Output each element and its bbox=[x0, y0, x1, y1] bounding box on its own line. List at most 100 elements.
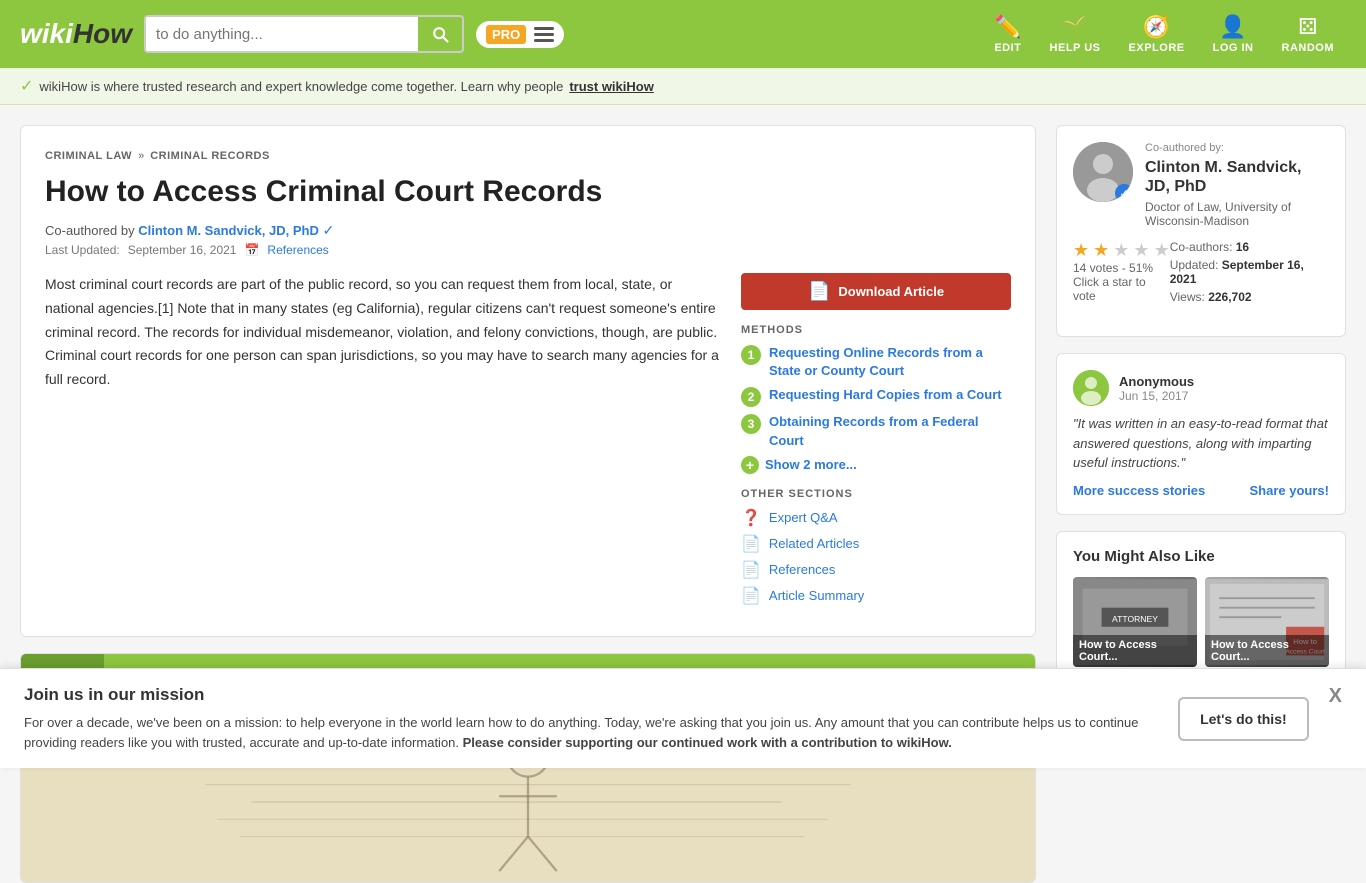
other-item-references[interactable]: 📄 References bbox=[741, 560, 1011, 580]
related-label-1: How to Access Court... bbox=[1073, 635, 1197, 667]
nav-edit-label: EDIT bbox=[994, 42, 1021, 54]
commenter-date: Jun 15, 2017 bbox=[1119, 389, 1194, 403]
stats-details: Co-authors: 16 Updated: September 16, 20… bbox=[1170, 240, 1329, 308]
banner-bold: Please consider supporting our continued… bbox=[463, 735, 952, 750]
date-line: Last Updated: September 16, 2021 📅 Refer… bbox=[45, 243, 1011, 257]
methods-box: 📄 Download Article METHODS 1 Requesting … bbox=[741, 273, 1011, 612]
article-text: Most criminal court records are part of … bbox=[45, 273, 721, 612]
trust-link[interactable]: trust wikiHow bbox=[569, 79, 654, 94]
pro-label: PRO bbox=[486, 25, 526, 44]
method-text-3[interactable]: Obtaining Records from a Federal Court bbox=[769, 413, 1011, 449]
updated-label: Updated: bbox=[1170, 258, 1219, 272]
search-button[interactable] bbox=[418, 17, 462, 51]
coauthors-num: 16 bbox=[1236, 240, 1249, 254]
article-title: How to Access Criminal Court Records bbox=[45, 174, 1011, 210]
date-value: September 16, 2021 bbox=[128, 243, 237, 257]
plus-icon: + bbox=[741, 456, 759, 474]
commenter-name: Anonymous bbox=[1119, 374, 1194, 389]
references-label[interactable]: References bbox=[769, 562, 835, 577]
dice-icon: ⚄ bbox=[1298, 14, 1317, 40]
article-area: CRIMINAL LAW » CRIMINAL RECORDS How to A… bbox=[20, 125, 1036, 883]
explore-icon: 🧭 bbox=[1143, 14, 1170, 40]
views-value: 226,702 bbox=[1208, 290, 1251, 304]
breadcrumb-parent[interactable]: CRIMINAL LAW bbox=[45, 150, 132, 162]
article-body: Most criminal court records are part of … bbox=[45, 273, 1011, 612]
logo-how: How bbox=[73, 18, 132, 50]
method-text-1[interactable]: Requesting Online Records from a State o… bbox=[769, 344, 1011, 380]
references-link[interactable]: References bbox=[267, 243, 328, 257]
search-input[interactable] bbox=[146, 20, 418, 49]
method-item-1[interactable]: 1 Requesting Online Records from a State… bbox=[741, 344, 1011, 380]
method-text-2[interactable]: Requesting Hard Copies from a Court bbox=[769, 386, 1002, 404]
summary-icon: 📄 bbox=[741, 586, 761, 606]
banner-cta-button[interactable]: Let's do this! bbox=[1178, 697, 1309, 741]
click-vote-text: Click a star to vote bbox=[1073, 275, 1170, 303]
edit-icon: ✏️ bbox=[994, 14, 1021, 40]
author-verified-icon: ✓ bbox=[1115, 184, 1133, 202]
star-5[interactable]: ★ bbox=[1154, 240, 1170, 261]
method-num-3: 3 bbox=[741, 414, 761, 434]
related-label-2: How to Access Court... bbox=[1205, 635, 1329, 667]
more-stories-link[interactable]: More success stories bbox=[1073, 483, 1205, 498]
method-item-2[interactable]: 2 Requesting Hard Copies from a Court bbox=[741, 386, 1011, 407]
methods-label: METHODS bbox=[741, 324, 1011, 336]
breadcrumb-current[interactable]: CRIMINAL RECORDS bbox=[150, 150, 270, 162]
sidebar-author-title: Doctor of Law, University of Wisconsin-M… bbox=[1145, 200, 1329, 228]
related-thumb-1[interactable]: ATTORNEY How to Access Court... bbox=[1073, 577, 1197, 667]
nav-random[interactable]: ⚄ RANDOM bbox=[1270, 10, 1347, 58]
star-2[interactable]: ★ bbox=[1093, 240, 1109, 261]
top-nav: ✏️ EDIT 🌱 HELP US 🧭 EXPLORE 👤 LOG IN ⚄ R… bbox=[982, 10, 1346, 58]
star-1[interactable]: ★ bbox=[1073, 240, 1089, 261]
sidebar-author-name: Clinton M. Sandvick, JD, PhD bbox=[1145, 158, 1329, 196]
method-num-1: 1 bbox=[741, 345, 761, 365]
nav-random-label: RANDOM bbox=[1282, 42, 1335, 54]
coauthors-label: Co-authors: bbox=[1170, 240, 1233, 254]
breadcrumb: CRIMINAL LAW » CRIMINAL RECORDS bbox=[45, 150, 1011, 162]
other-item-summary[interactable]: 📄 Article Summary bbox=[741, 586, 1011, 606]
expert-qa-label[interactable]: Expert Q&A bbox=[769, 510, 838, 525]
author-avatar: ✓ bbox=[1073, 142, 1133, 202]
calendar-icon: 📅 bbox=[244, 243, 259, 257]
related-thumb-2[interactable]: How to Access Court How to Access Court.… bbox=[1205, 577, 1329, 667]
star-4[interactable]: ★ bbox=[1133, 240, 1149, 261]
author-link[interactable]: Clinton M. Sandvick, JD, PhD bbox=[138, 223, 319, 238]
other-item-related[interactable]: 📄 Related Articles bbox=[741, 534, 1011, 554]
commenter-avatar bbox=[1073, 370, 1109, 406]
comment-actions: More success stories Share yours! bbox=[1073, 483, 1329, 498]
banner-text: Join us in our mission For over a decade… bbox=[24, 685, 1158, 752]
nav-help-us[interactable]: 🌱 HELP US bbox=[1038, 10, 1113, 58]
pro-badge[interactable]: PRO bbox=[476, 21, 564, 48]
banner-title: Join us in our mission bbox=[24, 685, 1158, 705]
related-articles-label[interactable]: Related Articles bbox=[769, 536, 859, 551]
you-might-also-like: You Might Also Like ATTORNEY How to Acce… bbox=[1056, 531, 1346, 684]
pdf-icon: 📄 bbox=[808, 281, 830, 302]
nav-explore[interactable]: 🧭 EXPLORE bbox=[1117, 10, 1197, 58]
help-icon: 🌱 bbox=[1061, 14, 1088, 40]
logo[interactable]: wikiHow bbox=[20, 18, 132, 50]
nav-edit[interactable]: ✏️ EDIT bbox=[982, 10, 1033, 58]
star-3[interactable]: ★ bbox=[1113, 240, 1129, 261]
search-icon bbox=[430, 24, 450, 44]
you-might-title: You Might Also Like bbox=[1073, 548, 1329, 565]
other-item-expert-qa[interactable]: ❓ Expert Q&A bbox=[741, 508, 1011, 528]
question-icon: ❓ bbox=[741, 508, 761, 528]
nav-login[interactable]: 👤 LOG IN bbox=[1201, 10, 1266, 58]
download-article-button[interactable]: 📄 Download Article bbox=[741, 273, 1011, 310]
author-card-header: ✓ Co-authored by: Clinton M. Sandvick, J… bbox=[1073, 142, 1329, 228]
date-label: Last Updated: bbox=[45, 243, 120, 257]
method-item-3[interactable]: 3 Obtaining Records from a Federal Court bbox=[741, 413, 1011, 449]
article-summary-label[interactable]: Article Summary bbox=[769, 588, 864, 603]
share-yours-link[interactable]: Share yours! bbox=[1250, 483, 1329, 498]
show-more-label: Show 2 more... bbox=[765, 457, 857, 472]
trust-text: wikiHow is where trusted research and ex… bbox=[39, 79, 563, 94]
references-icon: 📄 bbox=[741, 560, 761, 580]
nav-login-label: LOG IN bbox=[1213, 42, 1254, 54]
coauthored-label: Co-authored by: bbox=[1145, 142, 1329, 154]
star-rating[interactable]: ★ ★ ★ ★ ★ bbox=[1073, 240, 1170, 261]
sidebar: ✓ Co-authored by: Clinton M. Sandvick, J… bbox=[1056, 125, 1346, 883]
banner-close-button[interactable]: X bbox=[1329, 685, 1342, 708]
author-line: Co-authored by Clinton M. Sandvick, JD, … bbox=[45, 222, 1011, 239]
show-more[interactable]: + Show 2 more... bbox=[741, 456, 1011, 474]
search-bar bbox=[144, 15, 464, 53]
stats-row: ★ ★ ★ ★ ★ 14 votes - 51% Click a star to… bbox=[1073, 240, 1329, 308]
